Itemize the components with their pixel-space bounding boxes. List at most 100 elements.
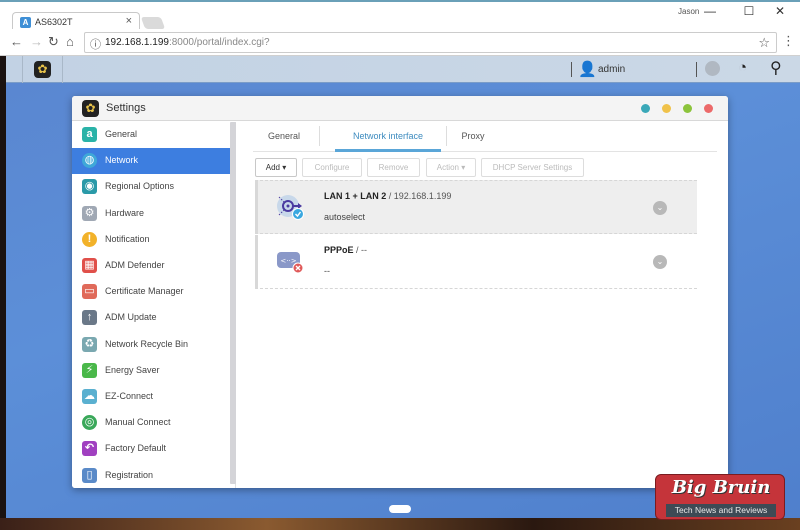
search-icon[interactable]: ⚲ <box>770 58 782 78</box>
sidebar-item-energy-saver[interactable]: ⚡ Energy Saver <box>72 358 230 384</box>
settings-app-icon[interactable]: ✿ <box>34 61 51 78</box>
interface-name: PPPoE / -- <box>324 245 367 255</box>
defender-firewall-icon: ▦ <box>82 258 97 273</box>
new-tab-button[interactable] <box>140 17 166 29</box>
tab-network-interface[interactable]: Network interface <box>335 131 441 141</box>
sidebar-item-label: ADM Defender <box>105 260 165 270</box>
username-label[interactable]: admin <box>598 64 625 75</box>
site-info-icon[interactable]: ⓘ <box>90 36 101 52</box>
settings-sidebar: a General ◍ Network ◉ Regional Options ⚙ Hardwa… <box>72 122 236 488</box>
remove-button[interactable]: Remove <box>367 158 420 177</box>
sidebar-item-label: Notification <box>105 233 150 244</box>
sidebar-item-label: Network Recycle Bin <box>105 338 189 349</box>
sidebar-item-adm-defender[interactable]: ▦ ADM Defender <box>72 253 230 279</box>
interface-mode: -- <box>324 266 330 276</box>
registration-icon: ▯ <box>82 467 97 483</box>
window-titlebar[interactable]: ✿ Settings <box>72 96 728 121</box>
network-panel: General Network interface Proxy Add ▾ Co… <box>237 122 728 488</box>
interface-name: LAN 1 + LAN 2 / 192.168.1.199 <box>324 191 451 201</box>
forward-icon[interactable]: → <box>30 34 43 49</box>
sidebar-item-label: Registration <box>105 469 154 480</box>
window-dot-minimize[interactable] <box>662 104 671 113</box>
lan-aggregation-icon <box>277 195 304 220</box>
sidebar-item-label: Hardware <box>105 207 145 218</box>
bookmark-star-icon[interactable]: ☆ <box>758 35 770 51</box>
watermark-tagline: Tech News and Reviews <box>666 504 776 517</box>
sidebar-item-notification[interactable]: ! Notification <box>72 227 230 253</box>
manual-connect-globe-icon: ◎ <box>82 415 97 431</box>
regional-globe-icon: ◉ <box>82 179 97 195</box>
undo-arrow-icon: ↶ <box>82 441 97 457</box>
update-monitor-icon: ↑ <box>82 310 97 326</box>
url-host: 192.168.1.199 <box>105 37 169 48</box>
dhcp-server-settings-button[interactable]: DHCP Server Settings <box>481 158 584 177</box>
window-dot-teal[interactable] <box>641 104 650 113</box>
url-path: :8000/portal/index.cgi? <box>168 37 270 48</box>
sidebar-item-certificate-manager[interactable]: ▭ Certificate Manager <box>72 279 230 305</box>
sidebar-item-network[interactable]: ◍ Network <box>72 148 230 175</box>
maximize-icon[interactable]: ☐ <box>739 4 759 18</box>
tab-divider <box>319 126 320 146</box>
browser-chrome: A AS6302T × Jason — ☐ ✕ ← → ↻ ⌂ ⓘ 192.16… <box>0 0 800 56</box>
sidebar-item-manual-connect[interactable]: ◎ Manual Connect <box>72 410 230 436</box>
interface-title: LAN 1 + LAN 2 <box>324 191 387 201</box>
settings-app-icon: ✿ <box>82 100 99 117</box>
sidebar-item-label: Regional Options <box>105 181 175 192</box>
expand-chevron-icon[interactable]: ⌄ <box>653 255 667 269</box>
sidebar-item-label: ADM Update <box>105 312 157 323</box>
window-dot-close[interactable] <box>704 104 713 113</box>
expand-chevron-icon[interactable]: ⌄ <box>653 201 667 215</box>
minimize-icon[interactable]: — <box>700 4 720 18</box>
sidebar-item-adm-update[interactable]: ↑ ADM Update <box>72 305 230 331</box>
notification-icon[interactable] <box>705 61 720 76</box>
sidebar-item-label: Energy Saver <box>105 364 160 375</box>
browser-menu-icon[interactable]: ⋮ <box>782 33 795 49</box>
energy-bolt-icon: ⚡ <box>82 362 97 378</box>
adm-taskbar: ✿ 👤 admin ◔ ⚲ <box>6 56 800 83</box>
interface-row-pppoe[interactable]: <··> PPPoE / -- -- ⌄ <box>255 235 697 289</box>
reload-icon[interactable]: ↻ <box>48 34 59 50</box>
interface-row-lan[interactable]: LAN 1 + LAN 2 / 192.168.1.199 autoselect… <box>255 180 697 234</box>
interface-separator: / <box>353 245 362 255</box>
action-button[interactable]: Action ▾ <box>426 158 476 177</box>
configure-button[interactable]: Configure <box>302 158 362 177</box>
interface-title: PPPoE <box>324 245 354 255</box>
watermark-logo: Big Bruin Tech News and Reviews <box>655 474 785 520</box>
favicon-icon: A <box>20 17 31 28</box>
window-dot-maximize[interactable] <box>683 104 692 113</box>
back-icon[interactable]: ← <box>10 34 23 49</box>
taskbar-divider <box>22 56 23 83</box>
sidebar-item-label: Manual Connect <box>105 417 171 428</box>
sidebar-item-general[interactable]: a General <box>72 122 230 148</box>
taskbar-divider <box>571 62 572 77</box>
pppoe-icon: <··> <box>277 252 304 274</box>
url-text[interactable]: 192.168.1.199:8000/portal/index.cgi? <box>105 37 270 48</box>
settings-window: ✿ Settings a General ◍ Network ◉ Regional Opt… <box>72 96 728 488</box>
interface-ip: 192.168.1.199 <box>393 191 452 201</box>
hardware-icon: ⚙ <box>82 205 97 221</box>
window-profile-name[interactable]: Jason <box>678 7 699 16</box>
tab-general[interactable]: General <box>268 131 300 141</box>
tab-close-icon[interactable]: × <box>126 15 132 27</box>
add-button[interactable]: Add ▾ <box>255 158 297 177</box>
tab-title: AS6302T <box>35 17 73 27</box>
sidebar-item-network-recycle-bin[interactable]: ♻ Network Recycle Bin <box>72 332 230 358</box>
user-icon[interactable]: 👤 <box>578 60 597 78</box>
sidebar-item-registration[interactable]: ▯ Registration <box>72 463 230 488</box>
home-icon[interactable]: ⌂ <box>66 34 74 49</box>
sidebar-item-factory-default[interactable]: ↶ Factory Default <box>72 436 230 462</box>
cloud-upload-icon: ☁ <box>82 389 97 404</box>
address-bar[interactable]: ⓘ 192.168.1.199:8000/portal/index.cgi? ☆ <box>84 32 777 53</box>
taskbar-divider <box>696 62 697 77</box>
sidebar-item-regional-options[interactable]: ◉ Regional Options <box>72 174 230 200</box>
watermark-brand: Big Bruin <box>671 477 771 498</box>
tab-proxy[interactable]: Proxy <box>443 131 503 141</box>
dock-handle[interactable] <box>389 505 411 513</box>
dashboard-gauge-icon[interactable]: ◔ <box>738 59 747 76</box>
active-tab-indicator <box>335 149 441 152</box>
sidebar-item-hardware[interactable]: ⚙ Hardware <box>72 201 230 227</box>
window-close-icon[interactable]: ✕ <box>770 4 790 18</box>
sidebar-item-label: Network <box>105 155 139 166</box>
sidebar-item-ez-connect[interactable]: ☁ EZ-Connect <box>72 384 230 410</box>
sidebar-scrollbar[interactable] <box>230 122 236 484</box>
